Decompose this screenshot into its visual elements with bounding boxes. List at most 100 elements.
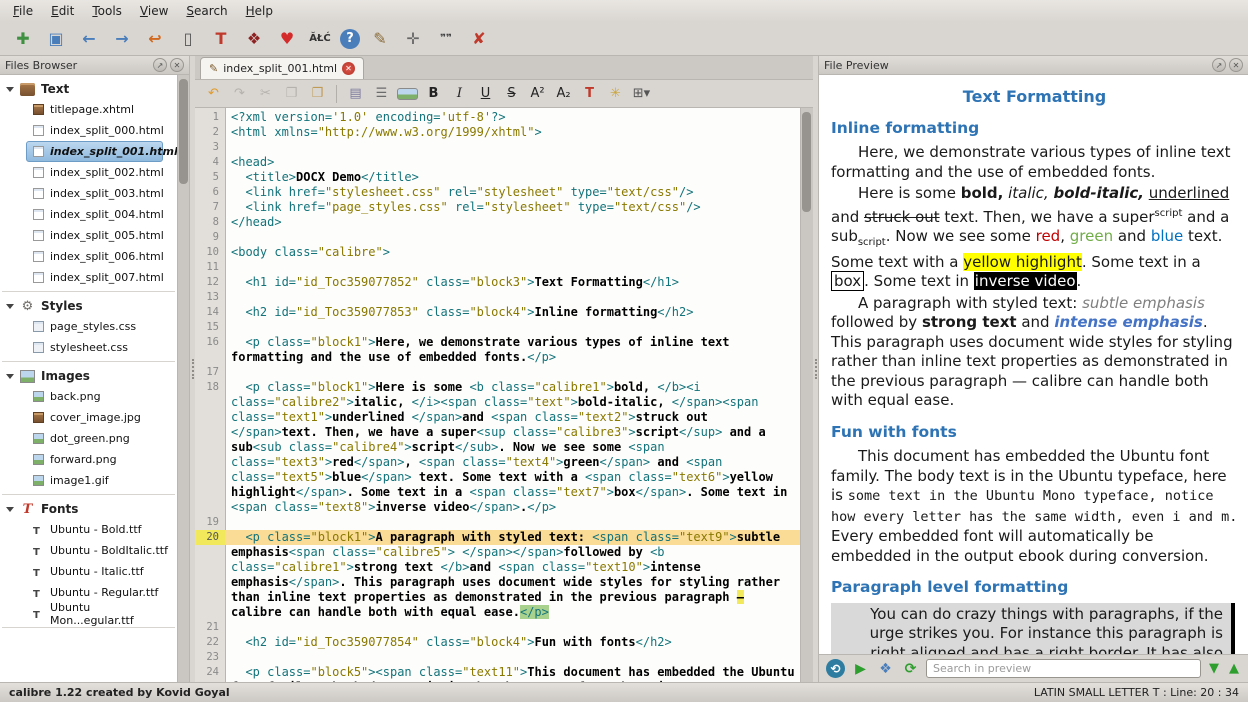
code-line[interactable]: 5 <title>DOCX Demo</title>	[195, 170, 800, 185]
file-item[interactable]: index_split_005.html	[26, 225, 177, 246]
code-line[interactable]: 18 <p class="block1">Here is some <b cla…	[195, 380, 800, 515]
remove-unused-css-icon[interactable]: ✘	[466, 26, 492, 52]
tab-close-icon[interactable]: ✕	[342, 62, 355, 75]
expand-triangle-icon[interactable]	[6, 507, 14, 512]
preview-run-button[interactable]: ▶	[851, 659, 870, 678]
file-item[interactable]: index_split_007.html	[26, 267, 177, 288]
category-fonts[interactable]: Fonts	[0, 498, 177, 519]
expand-triangle-icon[interactable]	[6, 374, 14, 379]
special-characters-icon[interactable]: ĂŁĆ	[307, 26, 333, 52]
arrange-files-icon[interactable]: ✎	[367, 26, 393, 52]
file-item[interactable]: Ubuntu - Bold.ttf	[26, 519, 177, 540]
menu-view[interactable]: View	[131, 2, 177, 20]
file-item[interactable]: Ubuntu - Italic.ttf	[26, 561, 177, 582]
file-item[interactable]: index_split_004.html	[26, 204, 177, 225]
smarten-icon[interactable]: ✳	[605, 83, 626, 104]
search-input[interactable]	[926, 659, 1201, 678]
italic-button[interactable]: I	[449, 83, 470, 104]
tab-index-split-001[interactable]: ✎ index_split_001.html ✕	[200, 57, 364, 79]
code-line[interactable]: 12 <h1 id="id_Toc359077852" class="block…	[195, 275, 800, 290]
text-color-button[interactable]: T	[579, 83, 600, 104]
category-styles[interactable]: Styles	[0, 295, 177, 316]
find-previous-icon[interactable]: ▲	[1227, 661, 1241, 676]
code-line[interactable]: 1<?xml version='1.0' encoding='utf-8'?>	[195, 110, 800, 125]
file-item[interactable]: Ubuntu - BoldItalic.ttf	[26, 540, 177, 561]
code-line[interactable]: 14 <h2 id="id_Toc359077853" class="block…	[195, 305, 800, 320]
preview-refresh-button[interactable]: ⟳	[901, 659, 920, 678]
edit-toc-icon[interactable]: T	[208, 26, 234, 52]
cut-icon[interactable]: ✂	[255, 83, 276, 104]
code-line[interactable]: 22 <h2 id="id_Toc359077854" class="block…	[195, 635, 800, 650]
donate-icon[interactable]: ♥	[274, 26, 300, 52]
undock-icon[interactable]: ↗	[153, 58, 167, 72]
file-item[interactable]: Ubuntu Mon...egular.ttf	[26, 603, 177, 624]
file-item[interactable]: image1.gif	[26, 470, 177, 491]
new-file-icon[interactable]: ✚	[10, 26, 36, 52]
close-icon[interactable]: ✕	[1229, 58, 1243, 72]
redo-icon[interactable]: ↷	[229, 83, 250, 104]
code-line[interactable]: 23	[195, 650, 800, 665]
code-line[interactable]: 9	[195, 230, 800, 245]
embed-fonts-icon[interactable]: ✛	[400, 26, 426, 52]
paste-icon[interactable]: ❒	[307, 83, 328, 104]
expand-triangle-icon[interactable]	[6, 304, 14, 309]
copy-icon[interactable]: ❐	[281, 83, 302, 104]
code-line[interactable]: 3	[195, 140, 800, 155]
code-line[interactable]: 16 <p class="block1">Here, we demonstrat…	[195, 335, 800, 365]
insert-table-button[interactable]: ⊞▾	[631, 83, 652, 104]
insert-list-icon[interactable]: ☰	[371, 83, 392, 104]
code-line[interactable]: 4<head>	[195, 155, 800, 170]
code-line[interactable]: 15	[195, 320, 800, 335]
open-in-browser-button[interactable]: ❖	[876, 659, 895, 678]
find-next-icon[interactable]: ▼	[1207, 661, 1221, 676]
file-item[interactable]: index_split_002.html	[26, 162, 177, 183]
device-preview-icon[interactable]: ▯	[175, 26, 201, 52]
code-line[interactable]: 6 <link href="stylesheet.css" rel="style…	[195, 185, 800, 200]
help-icon[interactable]: ?	[340, 29, 360, 49]
code-line[interactable]: 11	[195, 260, 800, 275]
code-line[interactable]: 24 <p class="block5"><span class="text11…	[195, 665, 800, 682]
forward-icon[interactable]: →	[109, 26, 135, 52]
code-line[interactable]: 17	[195, 365, 800, 380]
code-area[interactable]: 1<?xml version='1.0' encoding='utf-8'?>2…	[195, 108, 800, 682]
undock-icon[interactable]: ↗	[1212, 58, 1226, 72]
strikethrough-button[interactable]: S	[501, 83, 522, 104]
menu-tools[interactable]: Tools	[83, 2, 131, 20]
category-images[interactable]: Images	[0, 365, 177, 386]
file-item[interactable]: stylesheet.css	[26, 337, 177, 358]
menu-help[interactable]: Help	[237, 2, 282, 20]
code-line[interactable]: 8</head>	[195, 215, 800, 230]
scrollbar-thumb[interactable]	[179, 79, 188, 184]
close-icon[interactable]: ✕	[170, 58, 184, 72]
file-item[interactable]: back.png	[26, 386, 177, 407]
file-item[interactable]: index_split_006.html	[26, 246, 177, 267]
insert-snippet-icon[interactable]: ▤	[345, 83, 366, 104]
code-line[interactable]: 19	[195, 515, 800, 530]
subscript-button[interactable]: A₂	[553, 83, 574, 104]
code-line[interactable]: 2<html xmlns="http://www.w3.org/1999/xht…	[195, 125, 800, 140]
back-icon[interactable]: ←	[76, 26, 102, 52]
menu-edit[interactable]: Edit	[42, 2, 83, 20]
expand-triangle-icon[interactable]	[6, 87, 14, 92]
undo-icon[interactable]: ↶	[203, 83, 224, 104]
code-line[interactable]: 7 <link href="page_styles.css" rel="styl…	[195, 200, 800, 215]
insert-image-icon[interactable]	[397, 88, 418, 100]
check-book-icon[interactable]: ❖	[241, 26, 267, 52]
file-item[interactable]: titlepage.xhtml	[26, 99, 177, 120]
file-item[interactable]: dot_green.png	[26, 428, 177, 449]
preview-back-button[interactable]: ⟲	[826, 659, 845, 678]
file-item[interactable]: cover_image.jpg	[26, 407, 177, 428]
sidebar-scrollbar[interactable]	[177, 75, 189, 682]
menu-search[interactable]: Search	[177, 2, 236, 20]
file-item[interactable]: index_split_001.html	[26, 141, 163, 162]
save-icon[interactable]: ▣	[43, 26, 69, 52]
bold-button[interactable]: B	[423, 83, 444, 104]
code-line[interactable]: 21	[195, 620, 800, 635]
editor-scrollbar[interactable]	[800, 108, 813, 682]
code-line[interactable]: 10<body class="calibre">	[195, 245, 800, 260]
code-line[interactable]: 20 <p class="block1">A paragraph with st…	[195, 530, 800, 620]
undo-arrow-icon[interactable]: ↩	[142, 26, 168, 52]
smarten-punctuation-icon[interactable]: ❞❞	[433, 26, 459, 52]
file-item[interactable]: forward.png	[26, 449, 177, 470]
file-item[interactable]: index_split_003.html	[26, 183, 177, 204]
